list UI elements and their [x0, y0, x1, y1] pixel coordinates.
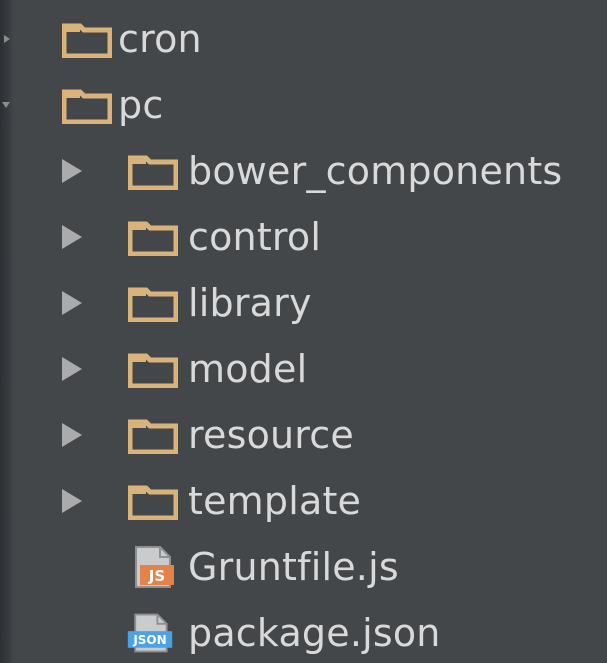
tree-item-cron[interactable]: cron — [0, 6, 607, 72]
disclosure-right-icon[interactable] — [62, 291, 82, 315]
tree-item-resource[interactable]: resource — [0, 402, 607, 468]
tree-item-label: package.json — [188, 611, 441, 655]
folder-icon — [62, 89, 112, 124]
tree-item-label: template — [188, 479, 362, 523]
json-file-icon: JSON — [127, 613, 173, 653]
tree-item-label: library — [188, 281, 312, 325]
tree-item-library[interactable]: library — [0, 270, 607, 336]
tree-item-label: control — [188, 215, 322, 259]
folder-icon — [128, 419, 178, 454]
folder-icon — [128, 155, 178, 190]
file-tree-panel: cron pc bower_components control library… — [0, 0, 607, 663]
tree-item-template[interactable]: template — [0, 468, 607, 534]
tree-item-package-json[interactable]: JSON package.json — [0, 600, 607, 663]
tree-item-gruntfile[interactable]: JS Gruntfile.js — [0, 534, 607, 600]
tree-item-label: cron — [118, 17, 202, 61]
disclosure-down-icon[interactable] — [2, 102, 10, 108]
disclosure-right-icon[interactable] — [62, 357, 82, 381]
folder-icon — [128, 485, 178, 520]
js-file-icon: JS — [135, 546, 174, 588]
disclosure-right-icon[interactable] — [62, 225, 82, 249]
tree-item-model[interactable]: model — [0, 336, 607, 402]
folder-icon — [128, 221, 178, 256]
tree-item-label: Gruntfile.js — [188, 545, 399, 589]
disclosure-right-icon[interactable] — [4, 35, 10, 43]
folder-icon — [128, 353, 178, 388]
tree-item-label: pc — [118, 83, 164, 127]
tree-item-label: bower_components — [188, 149, 563, 193]
tree-item-control[interactable]: control — [0, 204, 607, 270]
json-badge: JSON — [132, 633, 166, 647]
folder-icon — [128, 287, 178, 322]
tree-item-pc[interactable]: pc — [0, 72, 607, 138]
folder-icon — [62, 23, 112, 58]
tree-item-label: model — [188, 347, 308, 391]
tree-item-bower-components[interactable]: bower_components — [0, 138, 607, 204]
disclosure-right-icon[interactable] — [62, 423, 82, 447]
js-badge: JS — [148, 567, 165, 585]
tree-item-label: resource — [188, 413, 354, 457]
disclosure-right-icon[interactable] — [62, 159, 82, 183]
disclosure-right-icon[interactable] — [62, 489, 82, 513]
